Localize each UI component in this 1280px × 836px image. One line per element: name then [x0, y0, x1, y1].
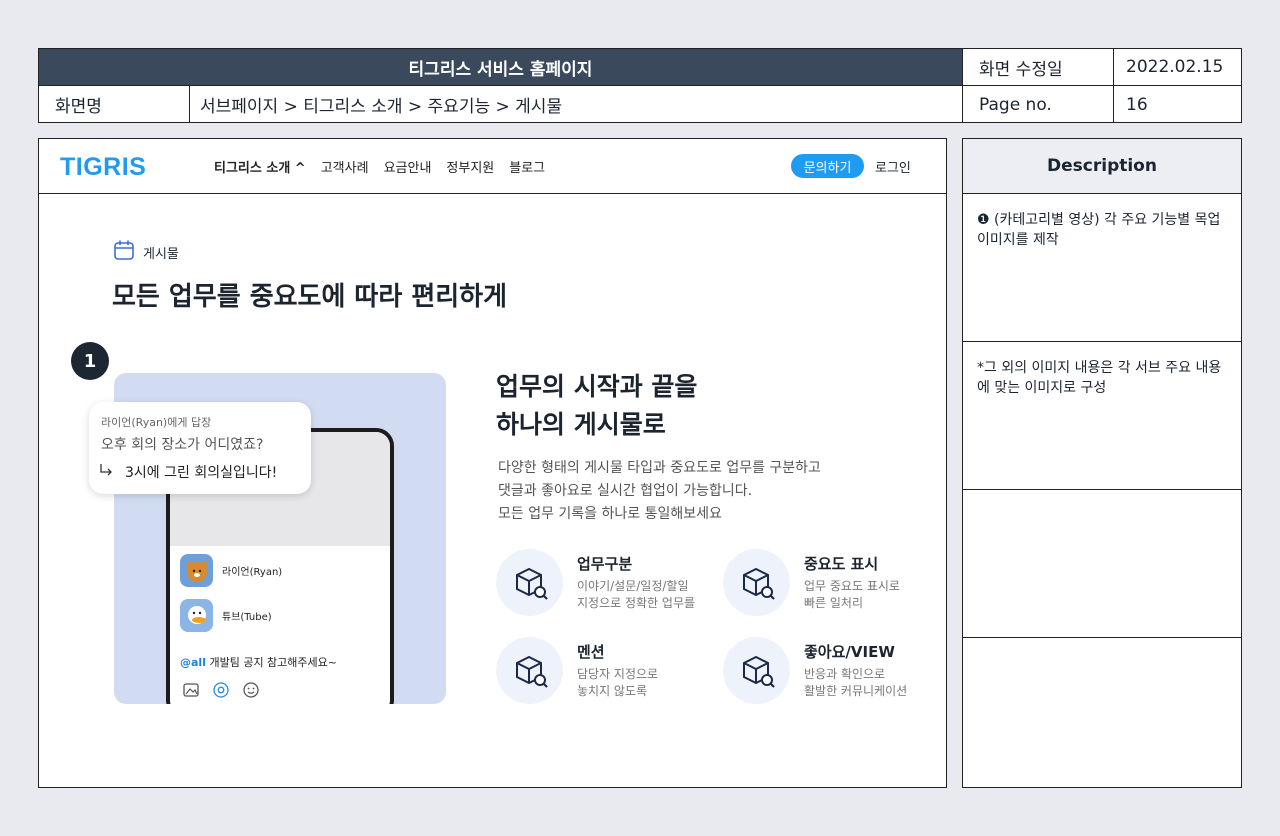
tigris-logo[interactable]: TIGRIS	[60, 153, 146, 182]
nav-item-intro[interactable]: 티그리스 소개 ^	[214, 157, 306, 176]
feature-title: 중요도 표시	[804, 555, 879, 573]
annotation-badge-1: 1	[71, 342, 109, 380]
box-search-icon	[496, 549, 563, 616]
feature-card: 좋아요/VIEW 반응과 확인으로 활발한 커뮤니케이션	[723, 637, 943, 705]
tube-avatar	[180, 599, 213, 632]
description-row-4	[963, 638, 1241, 786]
image-icon[interactable]	[182, 681, 200, 703]
page-no-value: 16	[1126, 94, 1148, 115]
reply-answer: 3시에 그린 회의실입니다!	[99, 462, 299, 482]
feature-card: 중요도 표시 업무 중요도 표시로 빠른 일처리	[723, 549, 943, 617]
inquiry-button[interactable]: 문의하기	[791, 154, 864, 178]
nav-item-cases[interactable]: 고객사례	[321, 157, 369, 176]
compose-icons	[182, 681, 260, 703]
screen-path: 서브페이지 > 티그리스 소개 > 주요기능 > 게시물	[190, 86, 963, 123]
box-search-icon	[723, 549, 790, 616]
nav-item-gov[interactable]: 정부지원	[446, 157, 494, 176]
crumb-label: 게시물	[143, 246, 179, 262]
page-frame: 티그리스 서비스 홈페이지 화면 수정일 2022.02.15 화면명 서브페이…	[0, 0, 1280, 836]
feature-desc: 담당자 지정으로 놓치지 않도록	[577, 667, 659, 698]
feature-desc: 업무 중요도 표시로 빠른 일처리	[804, 579, 900, 610]
feature-description: 다양한 형태의 게시물 타입과 중요도로 업무를 구분하고 댓글과 좋아요로 실…	[498, 460, 821, 522]
date-value: 2022.02.15	[1114, 49, 1242, 86]
description-row-3	[963, 490, 1241, 638]
user-row-tube: 튜브(Tube)	[180, 599, 272, 632]
spec-title: 티그리스 서비스 홈페이지	[39, 49, 963, 86]
nav-menu: 티그리스 소개 ^ 고객사례 요금안내 정부지원 블로그	[214, 157, 545, 176]
page-no-label: Page no.	[963, 86, 1114, 123]
reply-arrow-icon	[99, 462, 113, 482]
emoji-icon[interactable]	[242, 681, 260, 703]
description-row-2: *그 외의 이미지 내용은 각 서브 주요 내용에 맞는 이미지로 구성	[963, 342, 1241, 490]
spec-header-table: 티그리스 서비스 홈페이지 화면 수정일 2022.02.15 화면명 서브페이…	[38, 48, 1242, 123]
feature-desc: 이야기/설문/일정/할일 지정으로 정확한 업무를	[577, 579, 696, 610]
description-heading: Description	[963, 139, 1241, 194]
feature-desc: 반응과 확인으로 활발한 커뮤니케이션	[804, 667, 908, 698]
calendar-icon	[113, 239, 135, 265]
description-row-1: ❶ (카테고리별 영상) 각 주요 기능별 목업 이미지를 제작	[963, 194, 1241, 342]
user-row-ryan: 라이언(Ryan)	[180, 554, 282, 587]
box-search-icon	[723, 637, 790, 704]
ryan-avatar	[180, 554, 213, 587]
feature-card: 멘션 담당자 지정으로 놓치지 않도록	[496, 637, 716, 705]
user-name-ryan: 라이언(Ryan)	[222, 567, 283, 578]
screen-mockup: TIGRIS 티그리스 소개 ^ 고객사례 요금안내 정부지원 블로그 문의하기…	[38, 138, 947, 788]
user-name-tube: 튜브(Tube)	[222, 612, 272, 623]
section-crumb: 게시물	[113, 239, 179, 265]
description-panel: Description ❶ (카테고리별 영상) 각 주요 기능별 목업 이미지…	[962, 138, 1242, 788]
nav-item-pricing[interactable]: 요금안내	[384, 157, 432, 176]
mention-message: @all 개발팀 공지 참고해주세요~	[180, 654, 337, 670]
feature-title: 멘션	[577, 643, 605, 661]
feature-heading: 업무의 시작과 끝을 하나의 게시물로	[496, 372, 698, 439]
feature-title: 좋아요/VIEW	[804, 643, 895, 661]
box-search-icon	[496, 637, 563, 704]
at-icon[interactable]	[212, 681, 230, 703]
feature-card: 업무구분 이야기/설문/일정/할일 지정으로 정확한 업무를	[496, 549, 716, 617]
top-nav: TIGRIS 티그리스 소개 ^ 고객사례 요금안내 정부지원 블로그 문의하기…	[39, 139, 946, 194]
reply-question: 오후 회의 장소가 어디였죠?	[101, 437, 264, 453]
feature-title: 업무구분	[577, 555, 633, 573]
reply-target: 라이언(Ryan)에게 답장	[101, 416, 212, 429]
date-label: 화면 수정일	[963, 49, 1114, 86]
reply-bubble: 라이언(Ryan)에게 답장 오후 회의 장소가 어디였죠? 3시에 그린 회의…	[89, 402, 311, 494]
page-title: 모든 업무를 중요도에 따라 편리하게	[112, 282, 508, 312]
nav-item-blog[interactable]: 블로그	[509, 157, 545, 176]
screen-name-label: 화면명	[39, 86, 190, 123]
mention-tag: @all	[180, 656, 206, 669]
login-link[interactable]: 로그인	[875, 157, 911, 176]
mention-text: 개발팀 공지 참고해주세요~	[205, 656, 337, 669]
